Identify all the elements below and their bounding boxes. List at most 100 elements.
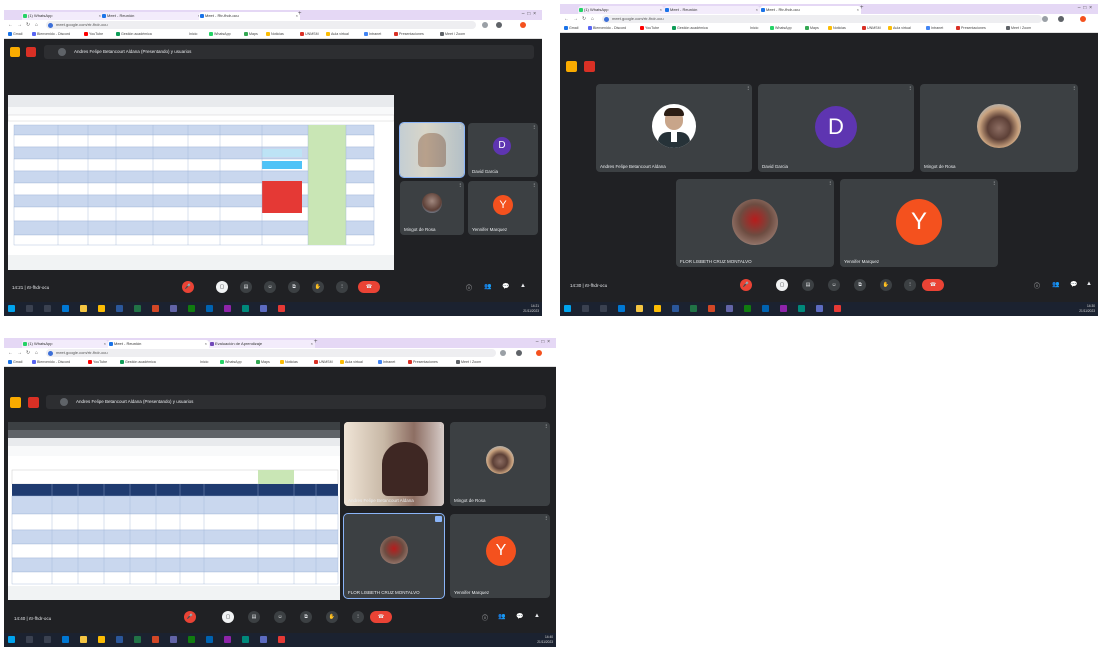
present-screen-button[interactable]: ⧉ bbox=[854, 279, 866, 291]
more-options-icon[interactable]: ⁝ bbox=[533, 125, 535, 131]
raise-hand-button[interactable]: ✋ bbox=[326, 611, 338, 623]
start-menu-icon[interactable] bbox=[564, 305, 571, 312]
app-icon[interactable] bbox=[242, 636, 249, 643]
start-menu-icon[interactable] bbox=[8, 636, 15, 643]
powerpoint-icon[interactable] bbox=[152, 305, 159, 312]
close-tab-icon[interactable]: × bbox=[205, 340, 207, 348]
emoji-button[interactable]: ☺ bbox=[828, 279, 840, 291]
home-icon[interactable]: ⌂ bbox=[591, 16, 594, 22]
excel-icon[interactable] bbox=[134, 305, 141, 312]
browser-tab-meet-2[interactable]: Meet - Rtr-fhdr-ocu × bbox=[760, 6, 861, 14]
browser-tab-whatsapp[interactable]: (1) WhatsApp × bbox=[578, 6, 664, 14]
bookmark-item[interactable]: Intranet bbox=[378, 359, 395, 365]
word-icon[interactable] bbox=[116, 636, 123, 643]
bookmark-item[interactable]: Bienvenido - Discord bbox=[32, 359, 70, 365]
participant-tile-presenter[interactable]: Andres Felipe Betancourt Aldana ⁝ bbox=[344, 422, 444, 506]
meet-yellow-app-icon[interactable] bbox=[10, 47, 20, 57]
more-options-icon[interactable]: ⁝ bbox=[533, 183, 535, 189]
app-icon[interactable] bbox=[278, 636, 285, 643]
bookmark-item[interactable]: Meet / Zoom bbox=[456, 359, 481, 365]
window-controls[interactable]: – □ × bbox=[1078, 5, 1092, 11]
raise-hand-button[interactable]: ✋ bbox=[312, 281, 324, 293]
teams-icon[interactable] bbox=[170, 636, 177, 643]
captions-button[interactable]: ▤ bbox=[248, 611, 260, 623]
microphone-off-button[interactable]: 🎤 bbox=[740, 279, 752, 291]
browser-tab-evaluacion[interactable]: Evaluación de Aprendizaje × bbox=[209, 340, 315, 348]
bookmark-item[interactable]: WhatsApp bbox=[220, 359, 242, 365]
people-icon[interactable]: 👥 bbox=[1052, 281, 1059, 288]
meet-red-app-icon[interactable] bbox=[584, 61, 595, 72]
task-view-icon[interactable] bbox=[600, 305, 607, 312]
address-bar[interactable]: meet.google.com/rtr-fhdr-ocu bbox=[46, 21, 476, 29]
bookmark-item[interactable]: Maps bbox=[244, 31, 258, 37]
emoji-button[interactable]: ☺ bbox=[264, 281, 276, 293]
address-bar[interactable]: meet.google.com/rtr-fhdr-ocu bbox=[46, 349, 496, 357]
activities-icon[interactable]: ▲ bbox=[534, 613, 540, 619]
bookmark-item[interactable]: Gmail bbox=[8, 359, 22, 365]
extension-icon[interactable] bbox=[1042, 16, 1048, 22]
meet-red-app-icon[interactable] bbox=[26, 47, 36, 57]
address-bar[interactable]: meet.google.com/rtr-fhdr-ocu bbox=[602, 15, 1042, 23]
start-menu-icon[interactable] bbox=[8, 305, 15, 312]
app-icon[interactable] bbox=[206, 636, 213, 643]
people-icon[interactable]: 👥 bbox=[484, 283, 491, 290]
reload-icon[interactable]: ↻ bbox=[26, 22, 30, 28]
profile-avatar-icon[interactable] bbox=[520, 22, 526, 28]
app-icon[interactable] bbox=[834, 305, 841, 312]
browser-tab-meet-1[interactable]: Meet - Reunión× bbox=[108, 340, 209, 348]
app-icon[interactable] bbox=[224, 636, 231, 643]
app-icon[interactable] bbox=[260, 305, 267, 312]
meet-yellow-app-icon[interactable] bbox=[10, 397, 21, 408]
forward-arrow-icon[interactable]: → bbox=[17, 350, 22, 356]
more-options-icon[interactable]: ⁝ bbox=[1073, 86, 1075, 92]
browser-tab-whatsapp[interactable]: (1) WhatsApp × bbox=[22, 340, 108, 348]
bookmark-item[interactable]: Gmail bbox=[8, 31, 22, 37]
participant-tile-david[interactable]: D David Garcia ⁝ bbox=[758, 84, 914, 172]
search-icon[interactable] bbox=[26, 305, 33, 312]
leave-call-button[interactable]: ☎ bbox=[370, 611, 392, 623]
bookmark-item[interactable]: Aula virtual bbox=[340, 359, 363, 365]
chat-icon[interactable]: 💬 bbox=[516, 613, 523, 620]
bookmark-item[interactable]: Maps bbox=[805, 25, 819, 31]
bookmark-item[interactable]: Intranet bbox=[926, 25, 943, 31]
participant-tile-mingot[interactable]: Mingot de Rosa ⁝ bbox=[400, 181, 464, 235]
chrome-icon[interactable] bbox=[654, 305, 661, 312]
participant-tile-mingot[interactable]: Mingot de Rosa ⁝ bbox=[920, 84, 1078, 172]
home-icon[interactable]: ⌂ bbox=[35, 22, 38, 28]
bookmark-item[interactable]: Meet / Zoom bbox=[440, 31, 465, 37]
powerpoint-icon[interactable] bbox=[708, 305, 715, 312]
close-tab-icon[interactable]: × bbox=[311, 340, 313, 348]
app-icon[interactable] bbox=[188, 305, 195, 312]
bookmark-item[interactable]: Inicio bbox=[189, 31, 197, 37]
app-icon[interactable] bbox=[242, 305, 249, 312]
bookmark-item[interactable]: Gestión académica bbox=[120, 359, 156, 365]
activities-icon[interactable]: ▲ bbox=[1086, 281, 1092, 287]
edge-icon[interactable] bbox=[62, 636, 69, 643]
close-tab-icon[interactable]: × bbox=[104, 340, 106, 348]
bookmark-item[interactable]: Bienvenido - Discord bbox=[32, 31, 70, 37]
participant-tile-flor[interactable]: FLOR LISBETH CRUZ MONTALVO ⁝ bbox=[676, 179, 834, 267]
app-icon[interactable] bbox=[816, 305, 823, 312]
more-options-icon[interactable]: ⁝ bbox=[909, 86, 911, 92]
bookmark-item[interactable]: Meet / Zoom bbox=[1006, 25, 1031, 31]
bookmark-item[interactable]: WhatsApp bbox=[770, 25, 792, 31]
microphone-off-button[interactable]: 🎤 bbox=[184, 611, 196, 623]
word-icon[interactable] bbox=[116, 305, 123, 312]
browser-tab-meet-1[interactable]: Meet - Reunión× bbox=[664, 6, 760, 14]
info-icon[interactable]: ⓘ bbox=[466, 283, 472, 292]
bookmark-item[interactable]: Gestión académica bbox=[672, 25, 708, 31]
chat-icon[interactable]: 💬 bbox=[1070, 281, 1077, 288]
present-screen-button[interactable]: ⧉ bbox=[288, 281, 300, 293]
teams-icon[interactable] bbox=[726, 305, 733, 312]
bookmark-item[interactable]: Presentaciones bbox=[956, 25, 986, 31]
more-options-icon[interactable]: ⁝ bbox=[545, 424, 547, 430]
microphone-off-button[interactable]: 🎤 bbox=[182, 281, 194, 293]
present-screen-button[interactable]: ⧉ bbox=[300, 611, 312, 623]
app-icon[interactable] bbox=[744, 305, 751, 312]
camera-toggle-button[interactable]: ▢ bbox=[216, 281, 228, 293]
browser-tab-meet-1[interactable]: Meet - Reunión× bbox=[101, 12, 202, 20]
bookmark-item[interactable]: Inicio bbox=[750, 25, 758, 31]
bookmark-item[interactable]: Intranet bbox=[364, 31, 381, 37]
taskbar-clock[interactable]: 14:40 21/11/2023 bbox=[537, 635, 553, 644]
leave-call-button[interactable]: ☎ bbox=[922, 279, 944, 291]
